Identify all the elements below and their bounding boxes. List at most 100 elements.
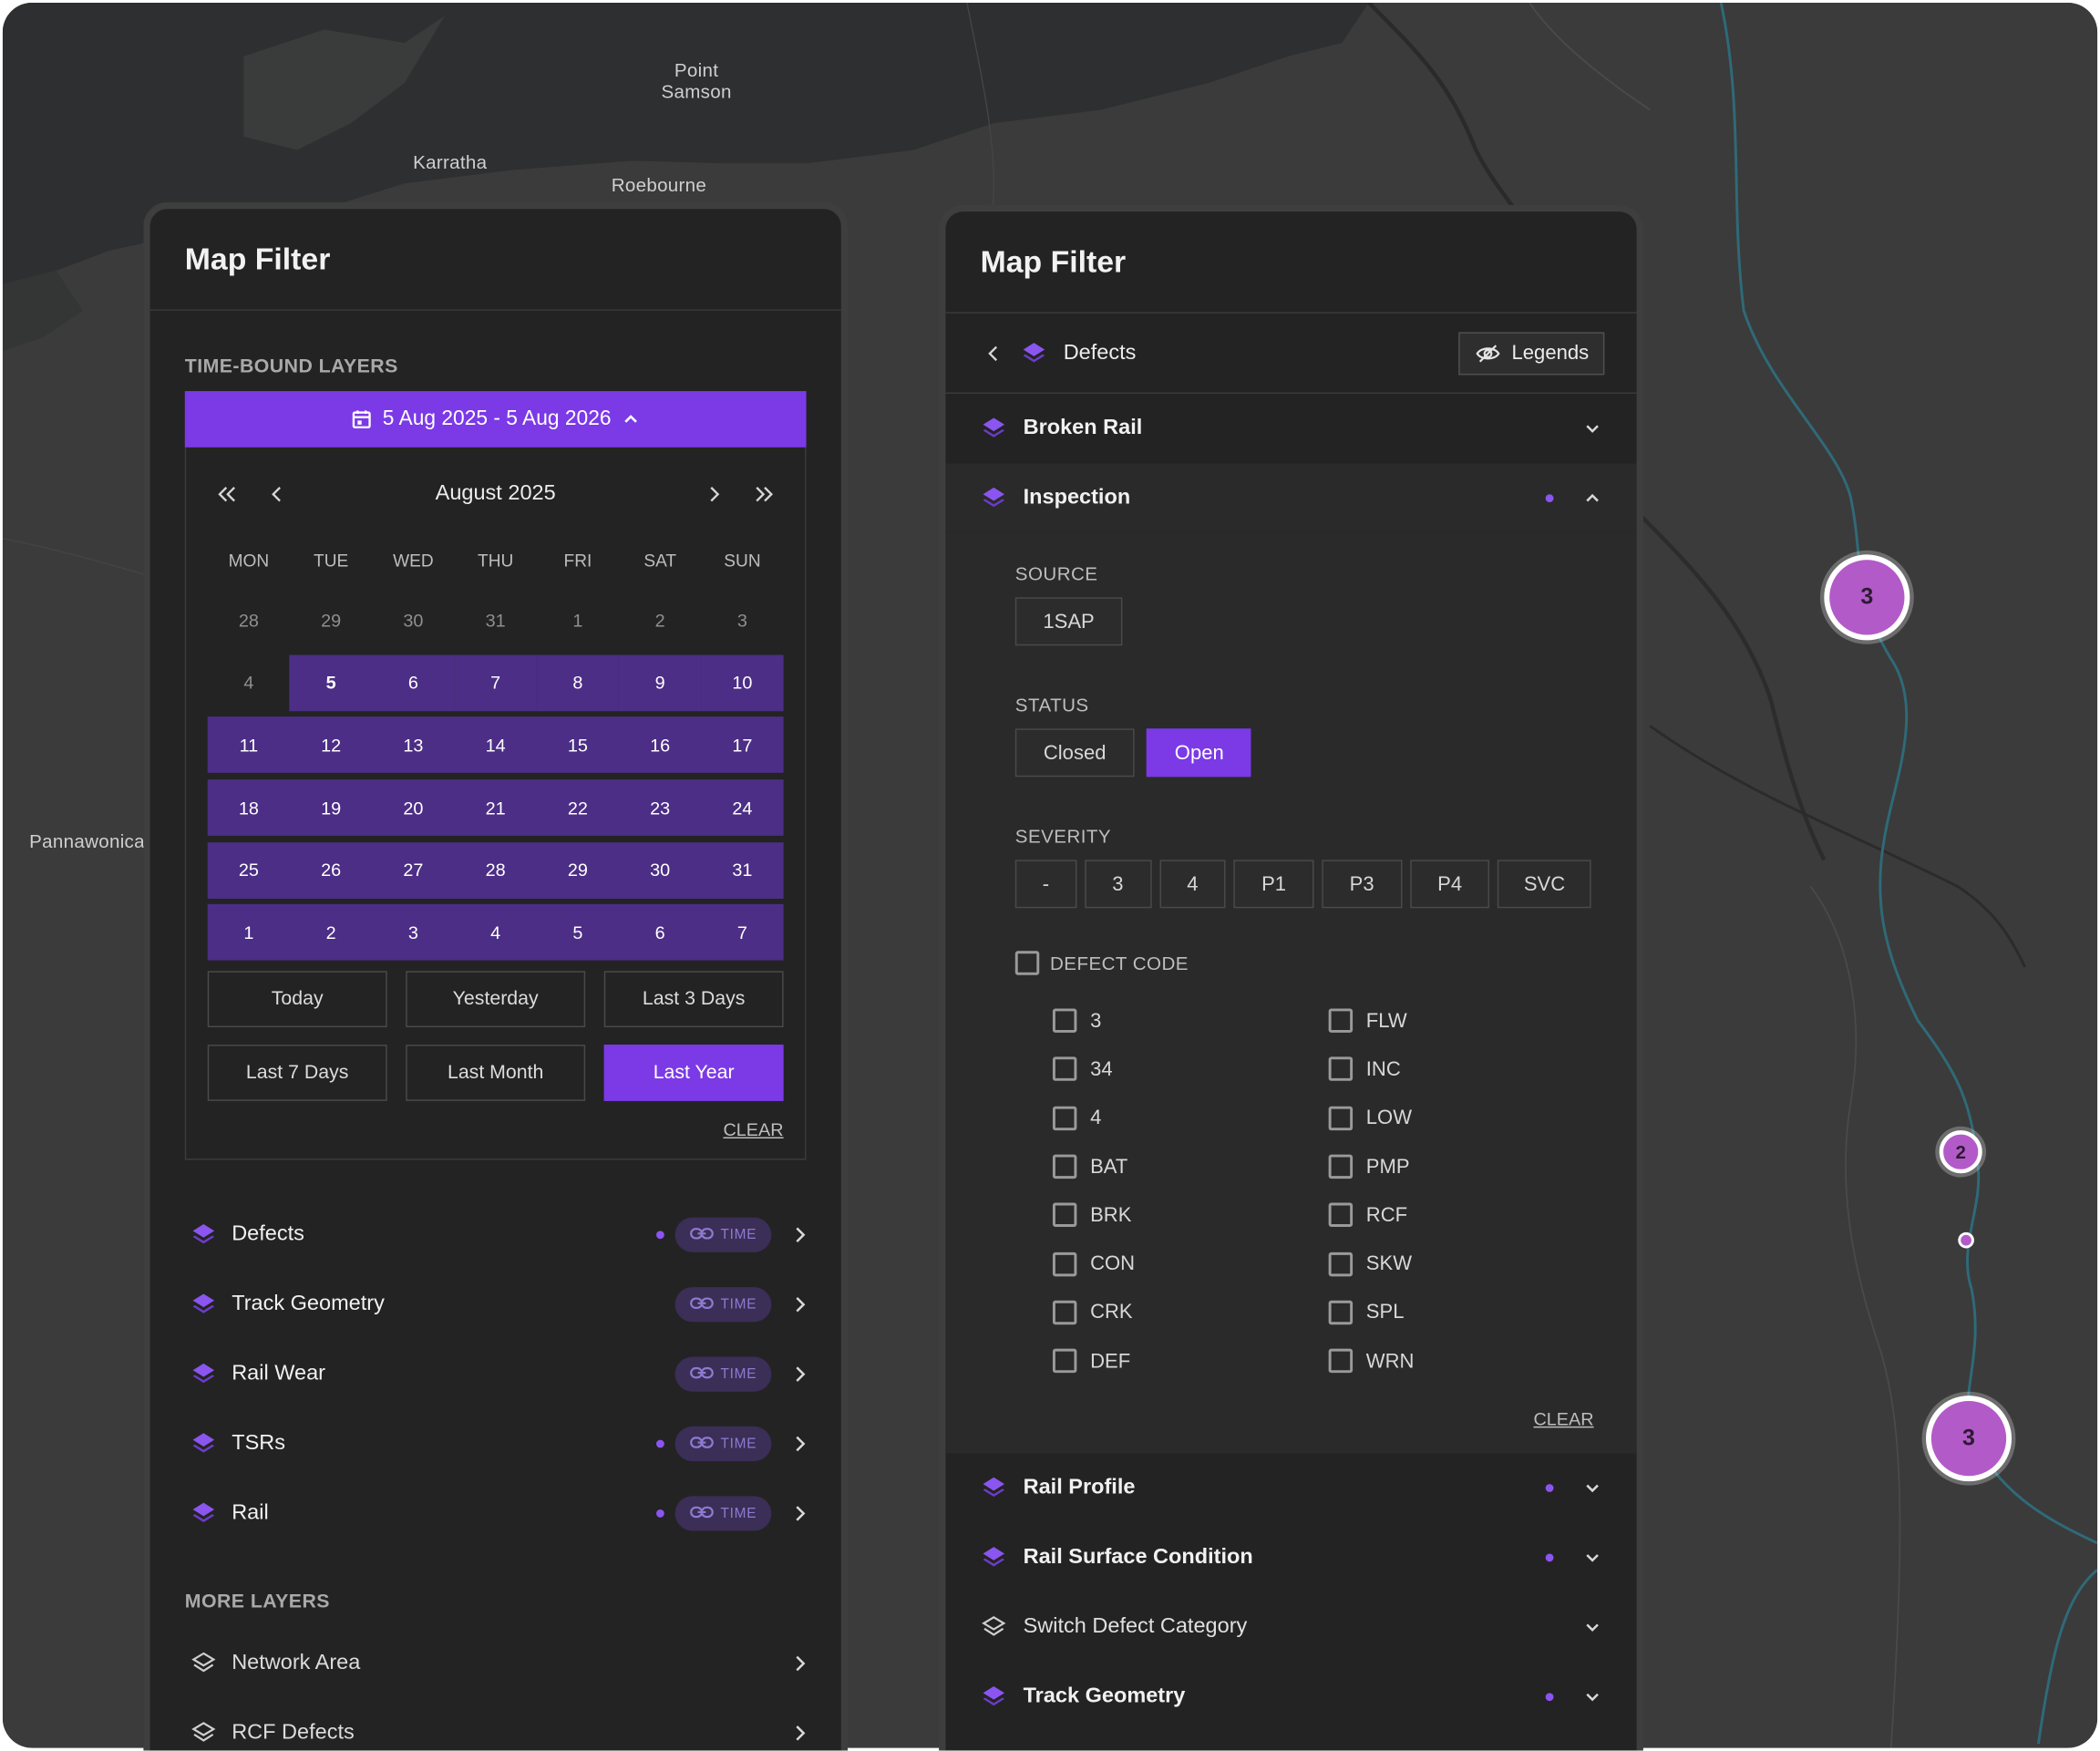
defect-code-option[interactable]: CRK [1052,1288,1329,1336]
defect-code-option[interactable]: BRK [1052,1191,1329,1240]
severity-chip[interactable]: 3 [1084,860,1151,909]
date-range-toggle[interactable]: 5 Aug 2025 - 5 Aug 2026 [184,391,807,448]
calendar-day[interactable]: 29 [290,592,372,648]
checkbox[interactable] [1328,1203,1354,1228]
calendar-day[interactable]: 22 [537,779,619,836]
accordion-inspection[interactable]: Inspection [945,463,1637,533]
calendar-day[interactable]: 4 [208,654,290,711]
calendar-day[interactable]: 24 [701,779,783,836]
clear-date-link[interactable]: CLEAR [208,1120,783,1140]
calendar-day[interactable]: 18 [208,779,290,836]
checkbox[interactable] [1052,1349,1077,1374]
layer-accordion[interactable]: Rail Surface Condition [945,1523,1636,1592]
defect-code-option[interactable]: CON [1052,1240,1329,1288]
calendar-day[interactable]: 20 [372,779,454,836]
calendar-day[interactable]: 31 [701,842,783,899]
defect-code-option[interactable]: INC [1328,1045,1415,1094]
calendar-day[interactable]: 12 [290,717,372,774]
severity-chip[interactable]: 4 [1158,860,1226,909]
calendar-day[interactable]: 30 [372,592,454,648]
calendar-day[interactable]: 25 [208,842,290,899]
status-chip-closed[interactable]: Closed [1014,728,1135,778]
quick-range-button[interactable]: Last Month [406,1045,586,1102]
layer-row[interactable]: Defects TIME [150,1200,841,1270]
calendar-day[interactable]: 29 [537,842,619,899]
calendar-day[interactable]: 2 [290,904,372,961]
defect-code-option[interactable]: FLW [1328,996,1415,1045]
calendar-day[interactable]: 28 [455,842,537,899]
defect-code-option[interactable]: 3 [1052,996,1329,1045]
defect-code-option[interactable]: PMP [1328,1142,1415,1190]
checkbox[interactable] [1328,1106,1354,1130]
calendar-day[interactable]: 30 [619,842,701,899]
calendar-day[interactable]: 31 [455,592,537,648]
severity-chip[interactable]: - [1014,860,1077,909]
next-month-button[interactable] [698,479,730,510]
calendar-day[interactable]: 6 [372,654,455,711]
layer-row[interactable]: TSRs TIME [150,1409,841,1478]
calendar-day[interactable]: 2 [619,592,701,648]
checkbox[interactable] [1328,1349,1354,1374]
defect-code-select-all[interactable]: DEFECT CODE [1014,942,1600,983]
defect-code-option[interactable]: SKW [1328,1240,1415,1288]
checkbox[interactable] [1052,1251,1077,1276]
prev-month-button[interactable] [262,479,293,510]
calendar-day[interactable]: 27 [372,842,454,899]
defect-code-option[interactable]: 4 [1052,1094,1329,1142]
checkbox[interactable] [1052,1056,1077,1082]
quick-range-button[interactable]: Last 7 Days [207,1045,387,1102]
calendar-day[interactable]: 8 [536,654,620,711]
calendar-day[interactable]: 9 [619,654,702,711]
layer-accordion[interactable]: Track Geometry [945,1663,1636,1732]
calendar-day[interactable]: 21 [455,779,537,836]
severity-chip[interactable]: P1 [1233,860,1314,909]
defect-code-option[interactable]: BAT [1052,1142,1329,1190]
severity-chip[interactable]: SVC [1498,860,1591,909]
layer-row[interactable]: Track Geometry TIME [150,1271,841,1340]
map-point-marker[interactable] [1958,1231,1974,1249]
calendar-day[interactable]: 16 [619,717,701,774]
calendar-day[interactable]: 1 [537,592,619,648]
calendar-day[interactable]: 19 [290,779,372,836]
checkbox[interactable] [1052,1154,1077,1179]
back-button[interactable] [978,337,1010,369]
calendar-day[interactable]: 10 [701,654,784,711]
calendar-day[interactable]: 4 [455,904,537,961]
layer-row[interactable]: Rail Wear TIME [150,1340,841,1409]
map-cluster-marker[interactable]: 3 [1824,554,1910,641]
calendar-day-selected[interactable]: 5 [290,654,373,711]
map-cluster-marker[interactable]: 2 [1939,1130,1982,1174]
checkbox[interactable] [1328,1154,1354,1179]
prev-year-button[interactable] [211,479,242,510]
calendar-day[interactable]: 17 [701,717,783,774]
quick-range-button[interactable]: Yesterday [406,971,586,1028]
map-cluster-marker[interactable]: 3 [1925,1396,2012,1482]
layer-row[interactable]: Rail TIME [150,1479,841,1549]
checkbox[interactable] [1014,951,1040,975]
calendar-day[interactable]: 15 [537,717,619,774]
more-layer-row[interactable]: Network Area [150,1629,841,1698]
defect-code-option[interactable]: LOW [1328,1094,1415,1142]
defect-code-option[interactable]: SPL [1328,1288,1415,1336]
defect-code-option[interactable]: WRN [1328,1337,1414,1385]
severity-chip[interactable]: P4 [1409,860,1490,909]
quick-range-button[interactable]: Today [207,971,387,1028]
calendar-day[interactable]: 23 [619,779,701,836]
calendar-day[interactable]: 3 [372,904,454,961]
source-chip[interactable]: 1SAP [1014,597,1123,646]
layer-accordion[interactable]: Rail Profile [945,1454,1636,1523]
calendar-day[interactable]: 14 [455,717,537,774]
defect-code-option[interactable]: DEF [1052,1337,1329,1385]
checkbox[interactable] [1328,1056,1354,1082]
severity-chip[interactable]: P3 [1322,860,1402,909]
calendar-day[interactable]: 7 [701,904,783,961]
checkbox[interactable] [1052,1300,1077,1325]
accordion-broken-rail[interactable]: Broken Rail [945,394,1636,463]
clear-filters-link[interactable]: CLEAR [1015,1409,1593,1429]
checkbox[interactable] [1328,1251,1354,1276]
checkbox[interactable] [1328,1300,1354,1325]
calendar-day[interactable]: 3 [701,592,783,648]
calendar-day[interactable]: 1 [208,904,290,961]
calendar-day[interactable]: 6 [619,904,701,961]
calendar-day[interactable]: 7 [454,654,537,711]
